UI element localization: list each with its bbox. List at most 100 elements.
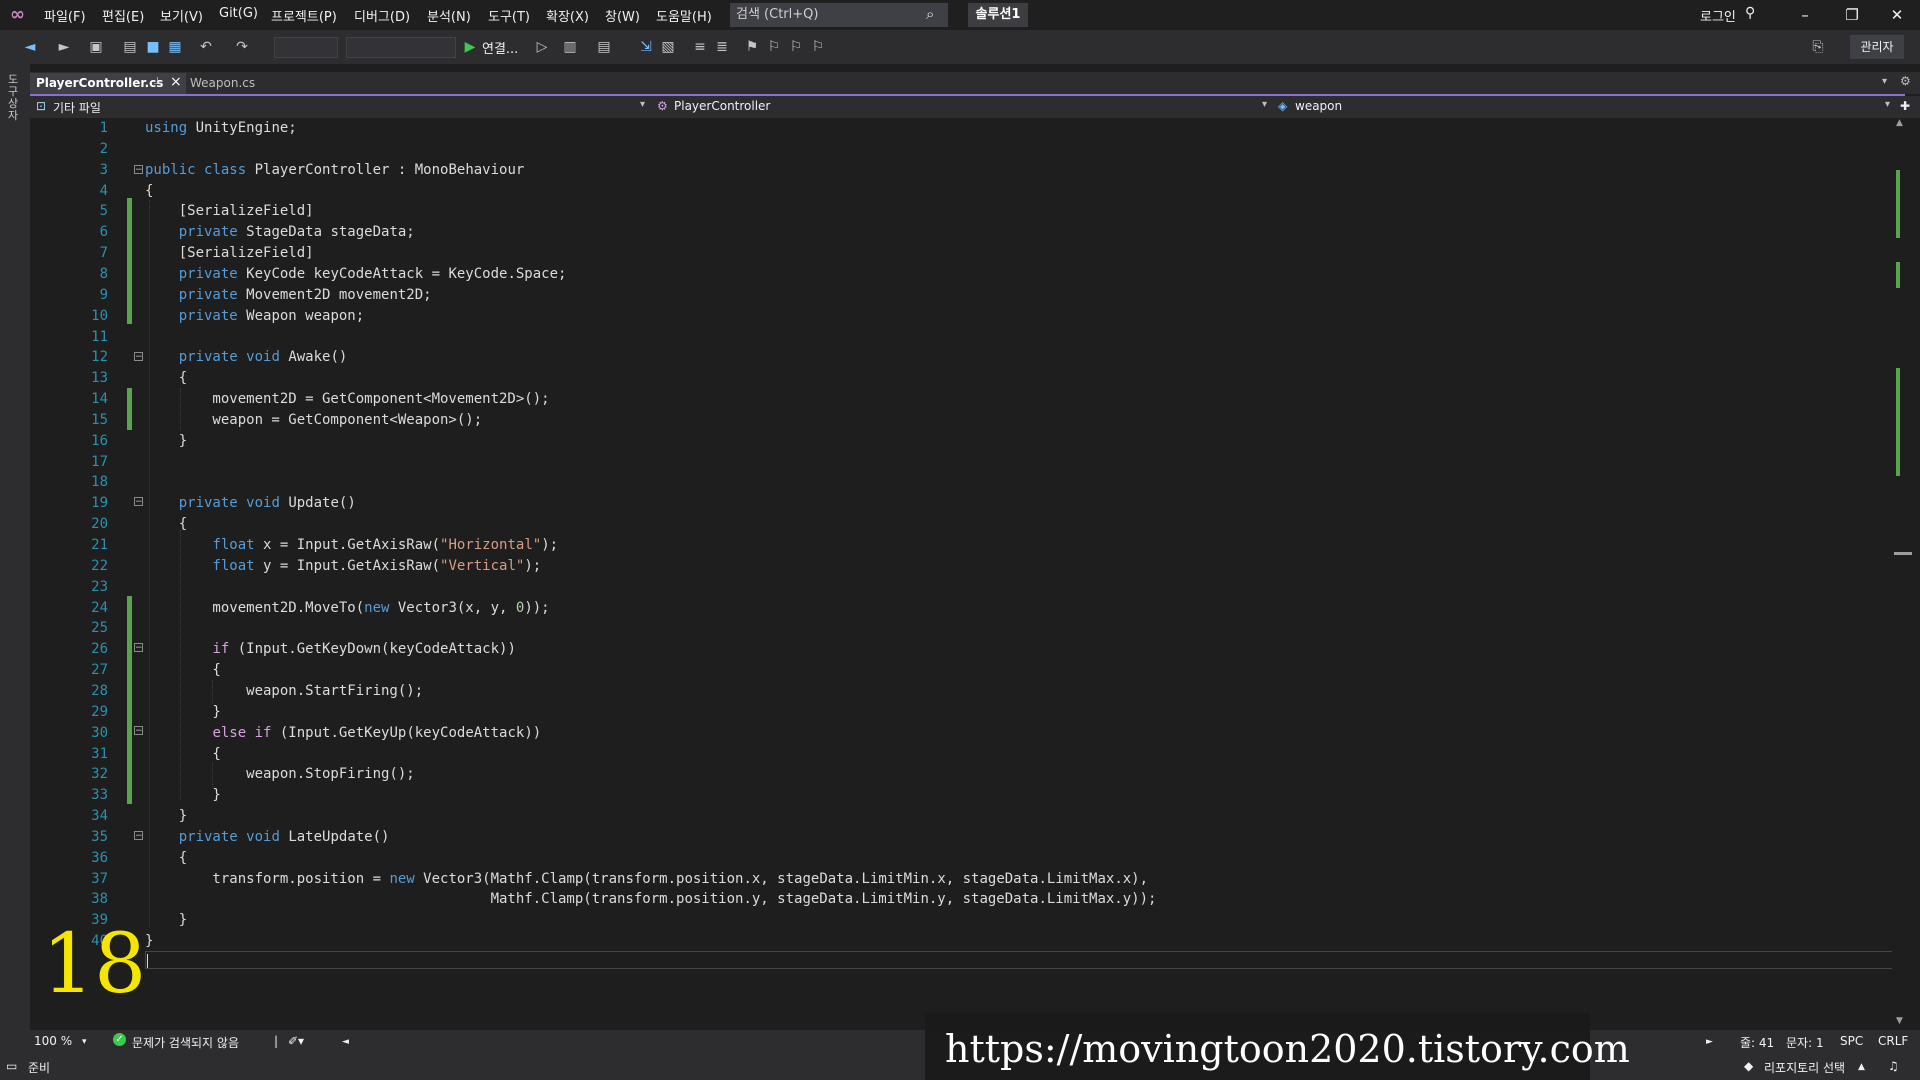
tab-weapon[interactable]: Weapon.cs: [190, 76, 255, 90]
code-line[interactable]: }: [145, 910, 187, 930]
line-indicator[interactable]: 줄: 41: [1740, 1034, 1774, 1051]
output-icon[interactable]: ▭: [6, 1059, 17, 1073]
uncomment-icon[interactable]: ≣: [712, 37, 732, 57]
code-line[interactable]: [SerializeField]: [145, 201, 314, 221]
close-button[interactable]: ✕: [1885, 4, 1909, 26]
close-icon[interactable]: ×: [170, 74, 182, 90]
start-without-debug-icon[interactable]: ▷: [532, 37, 552, 57]
collapse-icon[interactable]: −: [134, 352, 143, 362]
code-line[interactable]: }: [145, 785, 220, 805]
undo-icon[interactable]: ↶: [196, 37, 216, 57]
code-line[interactable]: private void Update(): [145, 493, 356, 513]
run-icon[interactable]: ▶: [460, 37, 480, 57]
code-line[interactable]: float x = Input.GetAxisRaw("Horizontal")…: [145, 535, 558, 555]
pin-icon[interactable]: ⊥: [153, 76, 162, 87]
menu-analyze[interactable]: 분석(N): [427, 6, 471, 25]
class-dropdown[interactable]: PlayerController: [674, 99, 770, 113]
collapse-icon[interactable]: −: [134, 165, 143, 175]
new-project-icon[interactable]: ▣: [86, 37, 106, 57]
code-line[interactable]: private void LateUpdate(): [145, 827, 390, 847]
menu-project[interactable]: 프로젝트(P): [271, 6, 337, 25]
menu-view[interactable]: 보기(V): [160, 6, 203, 25]
admin-button[interactable]: 관리자: [1850, 35, 1904, 59]
chevron-down-icon[interactable]: ▾: [1885, 99, 1890, 110]
chevron-down-icon[interactable]: ▾: [82, 1037, 87, 1047]
toolbox-tab[interactable]: 도구상자: [8, 74, 22, 122]
prev-bookmark-icon[interactable]: ⚐: [764, 37, 784, 57]
step-icon[interactable]: ⇲: [636, 37, 656, 57]
menu-edit[interactable]: 편집(E): [102, 6, 144, 25]
code-line[interactable]: weapon.StartFiring();: [145, 681, 423, 701]
vertical-scrollbar[interactable]: [1892, 118, 1910, 1032]
code-line[interactable]: {: [145, 368, 187, 388]
search-icon[interactable]: ⌕: [926, 5, 934, 23]
chevron-up-icon[interactable]: ▲: [1858, 1062, 1865, 1072]
live-share-icon[interactable]: ⎘: [1808, 37, 1828, 57]
menu-debug[interactable]: 디버그(D): [354, 6, 410, 25]
account-icon[interactable]: ⚲: [1745, 5, 1755, 21]
repository-selector[interactable]: 리포지토리 선택: [1764, 1059, 1845, 1076]
back-icon[interactable]: ◄: [20, 37, 40, 57]
code-line[interactable]: {: [145, 660, 220, 680]
login-link[interactable]: 로그인: [1700, 6, 1736, 25]
scroll-right-icon[interactable]: ►: [1706, 1037, 1713, 1047]
scroll-left-icon[interactable]: ◄: [342, 1037, 349, 1047]
collapse-icon[interactable]: −: [134, 643, 143, 653]
format-icon[interactable]: ▧: [658, 37, 678, 57]
code-line[interactable]: {: [145, 848, 187, 868]
open-file-icon[interactable]: ▤: [120, 37, 140, 57]
collapse-icon[interactable]: −: [134, 726, 143, 736]
menu-file[interactable]: 파일(F): [44, 6, 86, 25]
menu-extensions[interactable]: 확장(X): [546, 6, 589, 25]
code-line[interactable]: public class PlayerController : MonoBeha…: [145, 160, 524, 180]
minimize-button[interactable]: –: [1793, 4, 1817, 26]
platform-combo[interactable]: [346, 37, 456, 58]
code-line[interactable]: {: [145, 181, 153, 201]
code-line[interactable]: }: [145, 806, 187, 826]
line-ending-indicator[interactable]: CRLF: [1878, 1034, 1908, 1048]
code-line[interactable]: }: [145, 431, 187, 451]
comment-icon[interactable]: ≡: [690, 37, 710, 57]
member-dropdown[interactable]: weapon: [1295, 99, 1342, 113]
visual-studio-logo-icon[interactable]: ∞: [10, 5, 32, 25]
gear-icon[interactable]: ⚙: [1900, 74, 1911, 88]
scroll-thumb[interactable]: [1894, 552, 1912, 555]
browser-link-icon[interactable]: ▥: [560, 37, 580, 57]
code-line[interactable]: {: [145, 744, 220, 764]
code-line[interactable]: float y = Input.GetAxisRaw("Vertical");: [145, 556, 541, 576]
collapse-icon[interactable]: −: [134, 497, 143, 507]
code-line[interactable]: }: [145, 702, 220, 722]
collapse-icon[interactable]: −: [134, 831, 143, 841]
menu-git[interactable]: Git(G): [219, 6, 258, 21]
bookmark-icon[interactable]: ⚑: [742, 37, 762, 57]
code-line[interactable]: weapon = GetComponent<Weapon>();: [145, 410, 482, 430]
forward-icon[interactable]: ►: [54, 37, 74, 57]
code-line[interactable]: private void Awake(): [145, 347, 348, 367]
code-line[interactable]: transform.position = new Vector3(Mathf.C…: [145, 869, 1148, 889]
menu-tools[interactable]: 도구(T): [488, 6, 530, 25]
whitespace-indicator[interactable]: SPC: [1840, 1034, 1863, 1048]
code-cleanup-icon[interactable]: ✐▾: [288, 1034, 304, 1048]
project-dropdown[interactable]: 기타 파일: [53, 99, 101, 116]
code-line[interactable]: Mathf.Clamp(transform.position.y, stageD…: [145, 889, 1157, 909]
issues-status[interactable]: 문제가 검색되지 않음: [132, 1034, 239, 1051]
save-all-icon[interactable]: ▦: [165, 37, 185, 57]
redo-icon[interactable]: ↷: [232, 37, 252, 57]
clear-bookmark-icon[interactable]: ⚐: [808, 37, 828, 57]
notification-bell-icon[interactable]: ♫: [1888, 1059, 1899, 1073]
run-label[interactable]: 연결...: [482, 38, 518, 57]
code-line[interactable]: movement2D = GetComponent<Movement2D>();: [145, 389, 549, 409]
code-line[interactable]: movement2D.MoveTo(new Vector3(x, y, 0));: [145, 598, 549, 618]
scroll-up-icon[interactable]: ▲: [1896, 118, 1903, 128]
scroll-down-icon[interactable]: ▼: [1896, 1016, 1903, 1026]
menu-help[interactable]: 도움말(H): [656, 6, 712, 25]
search-input[interactable]: 검색 (Ctrl+Q): [730, 3, 948, 27]
tab-list-icon[interactable]: ▾: [1882, 76, 1887, 87]
code-line[interactable]: private KeyCode keyCodeAttack = KeyCode.…: [145, 264, 567, 284]
code-line[interactable]: else if (Input.GetKeyUp(keyCodeAttack)): [145, 723, 541, 743]
configuration-combo[interactable]: [274, 37, 338, 58]
menu-window[interactable]: 창(W): [605, 6, 640, 25]
restore-button[interactable]: ❐: [1840, 4, 1864, 26]
char-indicator[interactable]: 문자: 1: [1786, 1034, 1824, 1051]
code-line[interactable]: private Movement2D movement2D;: [145, 285, 432, 305]
